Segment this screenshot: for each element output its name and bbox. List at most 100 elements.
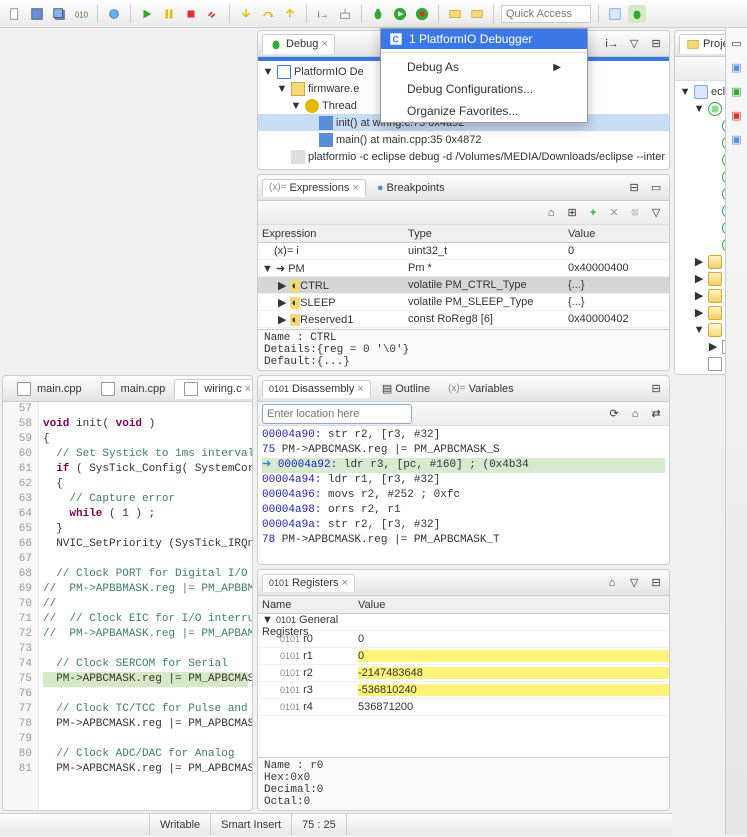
editor-tab-0[interactable]: main.cpp bbox=[7, 379, 89, 399]
expr-row[interactable]: ▶ ◐CTRLvolatile PM_CTRL_Type{...} bbox=[258, 277, 669, 294]
debug-title: Debug bbox=[286, 38, 318, 50]
view-icon[interactable]: ▣ bbox=[728, 58, 746, 76]
disasm-body: 00004a90: str r2, [r3, #32] 75 PM->APBCM… bbox=[258, 426, 669, 550]
dropdown-organize-fav[interactable]: Organize Favorites... bbox=[381, 100, 587, 122]
debug-frame[interactable]: main() at main.cpp:35 0x4872 bbox=[258, 131, 669, 148]
drop-to-frame-icon[interactable] bbox=[336, 5, 354, 23]
close-icon[interactable]: × bbox=[245, 383, 251, 395]
perspective-cpp-icon[interactable] bbox=[606, 5, 624, 23]
disconnect-icon[interactable] bbox=[204, 5, 222, 23]
breakpoints-title: Breakpoints bbox=[387, 182, 445, 194]
status-bar: Writable Smart Insert 75 : 25 bbox=[0, 813, 672, 835]
registers-header: Name Value bbox=[258, 596, 669, 614]
expr-row[interactable]: ▶ ◐SLEEPvolatile PM_SLEEP_Type{...} bbox=[258, 294, 669, 311]
menu-icon[interactable]: ▽ bbox=[625, 574, 643, 592]
tab-disassembly[interactable]: 0101 Disassembly × bbox=[262, 380, 371, 398]
minimize-icon[interactable]: ⊟ bbox=[647, 574, 665, 592]
svg-text:C: C bbox=[393, 35, 400, 45]
home-icon[interactable]: ⌂ bbox=[626, 405, 644, 423]
close-icon[interactable]: × bbox=[352, 182, 358, 194]
remove-icon[interactable]: ✕ bbox=[605, 204, 623, 222]
registers-body: ▼ 0101 General Registers 0101 r000101 r1… bbox=[258, 614, 669, 757]
register-row[interactable]: 0101 r2-2147483648 bbox=[258, 665, 669, 682]
refresh-icon[interactable]: ⟳ bbox=[605, 405, 623, 423]
step-into-icon[interactable] bbox=[237, 5, 255, 23]
registers-detail: Name : r0 Hex:0x0 Decimal:0 Octal:0 bbox=[258, 757, 669, 810]
quick-access-input[interactable] bbox=[501, 5, 591, 23]
save-icon[interactable] bbox=[28, 5, 46, 23]
maximize-icon[interactable]: ▭ bbox=[647, 179, 665, 197]
expr-row[interactable]: ▶ ◐Reserved1const RoReg8 [6]0x40000402 bbox=[258, 311, 669, 328]
expr-detail: Name : CTRL Details:{reg = 0 '\0'} Defau… bbox=[258, 329, 669, 370]
dropdown-header-label: 1 PlatformIO Debugger bbox=[409, 32, 532, 46]
debug-icon[interactable] bbox=[369, 5, 387, 23]
main-toolbar: 0101 i→ bbox=[0, 0, 747, 28]
status-writable: Writable bbox=[150, 814, 211, 835]
dropdown-header[interactable]: C 1 PlatformIO Debugger bbox=[381, 29, 587, 49]
expressions-header: Expression Type Value bbox=[258, 225, 669, 243]
tab-debug[interactable]: Debug × bbox=[262, 34, 335, 54]
dropdown-debug-as[interactable]: Debug As▶ bbox=[381, 56, 587, 78]
register-row[interactable]: 0101 r10 bbox=[258, 648, 669, 665]
binary-icon[interactable]: 0101 bbox=[72, 5, 90, 23]
debug-toolbar-icon[interactable]: i→ bbox=[603, 35, 621, 53]
expressions-title: Expressions bbox=[290, 182, 350, 194]
perspective-debug-icon[interactable] bbox=[628, 5, 646, 23]
expressions-body: (x)= iuint32_t0 ▼ ➜ PMPm *0x40000400 ▶ ◐… bbox=[258, 243, 669, 329]
resume-icon[interactable] bbox=[138, 5, 156, 23]
view-icon[interactable]: ▣ bbox=[728, 130, 746, 148]
new-icon[interactable] bbox=[6, 5, 24, 23]
type-icon[interactable]: ⌂ bbox=[603, 574, 621, 592]
editor-tab-1[interactable]: main.cpp bbox=[91, 379, 173, 399]
tree-icon[interactable]: ⊞ bbox=[563, 204, 581, 222]
save-all-icon[interactable] bbox=[50, 5, 68, 23]
link-icon[interactable]: ⇄ bbox=[647, 405, 665, 423]
view-icon[interactable]: ▣ bbox=[728, 106, 746, 124]
view-menu-icon[interactable]: ▽ bbox=[625, 35, 643, 53]
close-icon[interactable]: × bbox=[321, 38, 327, 50]
register-row[interactable]: 0101 r3-536810240 bbox=[258, 682, 669, 699]
minimize-icon[interactable]: ⊟ bbox=[625, 179, 643, 197]
tab-outline[interactable]: ▤ Outline bbox=[375, 379, 437, 398]
code-editor[interactable]: 57 58 59 60 61 62 63 64 65 66 67 68 69 7… bbox=[3, 402, 252, 810]
restore-icon[interactable]: ▭ bbox=[728, 34, 746, 52]
register-row[interactable]: 0101 r4536871200 bbox=[258, 699, 669, 716]
minimize-icon[interactable]: ⊟ bbox=[647, 380, 665, 398]
tab-variables[interactable]: (x)= Variables bbox=[441, 380, 521, 398]
tab-registers[interactable]: 0101 Registers × bbox=[262, 574, 355, 592]
step-over-icon[interactable] bbox=[259, 5, 277, 23]
status-cursor: 75 : 25 bbox=[292, 814, 347, 835]
expr-row[interactable]: ▼ ➜ PMPm *0x40000400 bbox=[258, 260, 669, 277]
open-task-icon[interactable] bbox=[468, 5, 486, 23]
reg-group[interactable]: ▼ 0101 General Registers bbox=[258, 614, 669, 631]
tab-expressions[interactable]: (x)= Expressions × bbox=[262, 179, 366, 197]
status-mode: Smart Insert bbox=[211, 814, 292, 835]
minimize-icon[interactable]: ⊟ bbox=[647, 35, 665, 53]
skip-breakpoints-icon[interactable] bbox=[105, 5, 123, 23]
svg-text:i→: i→ bbox=[318, 9, 329, 19]
close-icon[interactable]: × bbox=[357, 383, 363, 395]
open-type-icon[interactable] bbox=[446, 5, 464, 23]
disasm-location-input[interactable] bbox=[262, 404, 412, 424]
debug-cmd[interactable]: platformio -c eclipse debug -d /Volumes/… bbox=[258, 148, 669, 165]
add-icon[interactable]: + bbox=[584, 204, 602, 222]
tab-breakpoints[interactable]: ● Breakpoints bbox=[370, 179, 452, 197]
right-trim-toolbar: ▭ ▣ ▣ ▣ ▣ bbox=[725, 28, 747, 835]
profile-icon[interactable] bbox=[413, 5, 431, 23]
register-row[interactable]: 0101 r00 bbox=[258, 631, 669, 648]
menu-icon[interactable]: ▽ bbox=[647, 204, 665, 222]
close-icon[interactable]: × bbox=[342, 577, 348, 589]
remove-all-icon[interactable]: ⦻ bbox=[626, 204, 644, 222]
view-icon[interactable]: ▣ bbox=[728, 82, 746, 100]
editor-tab-2[interactable]: wiring.c × bbox=[174, 379, 253, 399]
expr-row[interactable]: (x)= iuint32_t0 bbox=[258, 243, 669, 260]
run-icon[interactable] bbox=[391, 5, 409, 23]
instr-step-icon[interactable]: i→ bbox=[314, 5, 332, 23]
step-return-icon[interactable] bbox=[281, 5, 299, 23]
svg-text:0101: 0101 bbox=[75, 10, 88, 19]
terminate-icon[interactable] bbox=[182, 5, 200, 23]
editor-tab-row: main.cpp main.cpp wiring.c × ⊟ ▭ bbox=[3, 376, 252, 402]
suspend-icon[interactable] bbox=[160, 5, 178, 23]
dropdown-debug-config[interactable]: Debug Configurations... bbox=[381, 78, 587, 100]
type-icon[interactable]: ⌂ bbox=[542, 204, 560, 222]
